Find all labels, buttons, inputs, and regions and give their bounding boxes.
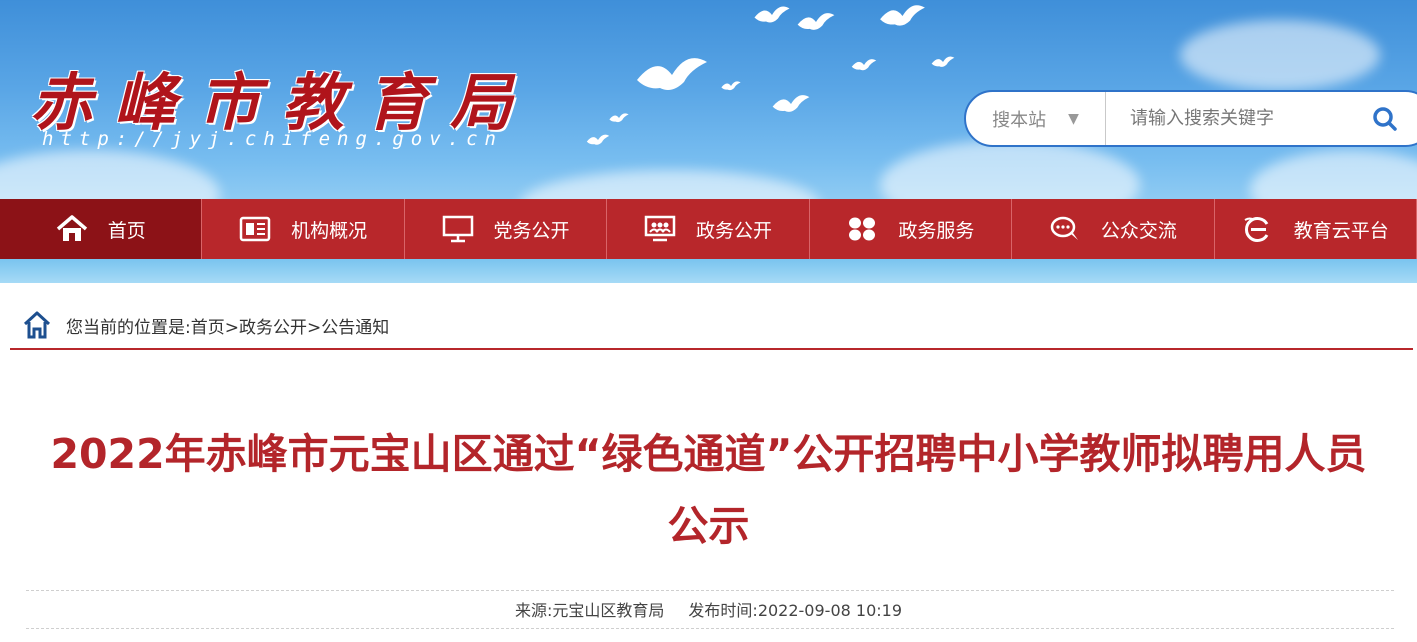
breadcrumb-divider: [10, 348, 1413, 350]
dove-icon: [721, 81, 741, 91]
grid-icon: [846, 215, 878, 243]
dove-icon: [931, 56, 955, 67]
source-label: 来源:: [514, 601, 553, 620]
nav-item-label: 首页: [107, 219, 146, 242]
time-value: 2022-09-08 10:19: [757, 601, 902, 620]
breadcrumb: 您当前的位置是:首页>政务公开>公告通知: [22, 308, 389, 342]
search-scope-select[interactable]: 搜本站 ▼: [966, 92, 1106, 145]
site-url: http://jyj.chifeng.gov.cn: [42, 128, 503, 150]
monitor-icon: [442, 215, 474, 243]
article-title: 2022年赤峰市元宝山区通过“绿色通道”公开招聘中小学教师拟聘用人员 公示: [0, 418, 1417, 562]
search-box: 搜本站 ▼: [964, 90, 1417, 147]
breadcrumb-separator: >: [306, 317, 322, 338]
dove-icon: [880, 5, 925, 26]
breadcrumb-link-government-affairs[interactable]: 政务公开: [239, 318, 307, 338]
nav-item-education-cloud[interactable]: 教育云平台: [1215, 199, 1417, 259]
nav-item-government-affairs[interactable]: 政务公开: [607, 199, 810, 259]
article-source: 来源:元宝山区教育局: [515, 597, 664, 621]
triangle-down-icon: ▼: [1068, 110, 1079, 127]
search-input[interactable]: [1106, 92, 1372, 145]
nav-item-home[interactable]: 首页: [0, 199, 203, 259]
dove-icon: [754, 6, 790, 23]
nav-item-government-services[interactable]: 政务服务: [810, 199, 1013, 259]
dove-icon: [772, 95, 810, 112]
meta-divider-top: [26, 590, 1394, 591]
header-banner: 赤峰市教育局 http://jyj.chifeng.gov.cn 搜本站 ▼: [0, 0, 1417, 200]
chat-icon: [1049, 215, 1081, 243]
dove-icon: [586, 134, 610, 145]
dove-icon: [609, 113, 629, 123]
nav-item-organization[interactable]: 机构概况: [202, 199, 405, 259]
dove-icon: [851, 59, 877, 71]
dove-icon: [797, 13, 835, 30]
article-meta: 来源:元宝山区教育局 发布时间:2022-09-08 10:19: [0, 597, 1417, 621]
cloud-e-icon: [1242, 215, 1274, 243]
nav-item-label: 政务公开: [695, 219, 772, 242]
breadcrumb-separator: >: [224, 317, 239, 338]
article-title-line-1: 2022年赤峰市元宝山区通过“绿色通道”公开招聘中小学教师拟聘用人员: [50, 430, 1367, 478]
article-publish-time: 发布时间:2022-09-08 10:19: [688, 597, 902, 621]
dove-icon: [637, 58, 707, 90]
document-icon: [239, 215, 271, 243]
breadcrumb-link-notices[interactable]: 公告通知: [321, 318, 389, 338]
main-nav: 首页 机构概况 党务公开 政务公开 政务服务 公众交流 教育云平台: [0, 199, 1417, 259]
search-icon: [1373, 106, 1397, 131]
home-outline-icon: [23, 311, 51, 339]
presentation-icon: [644, 215, 676, 243]
nav-item-party-affairs[interactable]: 党务公开: [405, 199, 608, 259]
source-value: 元宝山区教育局: [552, 601, 665, 620]
article-title-line-2: 公示: [667, 502, 750, 550]
nav-item-label: 公众交流: [1100, 219, 1177, 242]
search-button[interactable]: [1372, 92, 1417, 145]
meta-divider-bottom: [26, 628, 1394, 629]
time-label: 发布时间:: [688, 601, 758, 620]
breadcrumb-prefix: 您当前的位置是:: [66, 317, 191, 338]
home-icon: [56, 215, 88, 243]
nav-item-label: 教育云平台: [1293, 219, 1389, 242]
nav-item-label: 政务服务: [898, 219, 975, 242]
breadcrumb-link-home[interactable]: 首页: [191, 318, 225, 338]
nav-decor-strip: [0, 259, 1417, 283]
search-scope-label: 搜本站: [992, 109, 1047, 131]
nav-item-label: 党务公开: [493, 219, 570, 242]
nav-item-public-communication[interactable]: 公众交流: [1012, 199, 1215, 259]
nav-item-label: 机构概况: [291, 219, 368, 242]
